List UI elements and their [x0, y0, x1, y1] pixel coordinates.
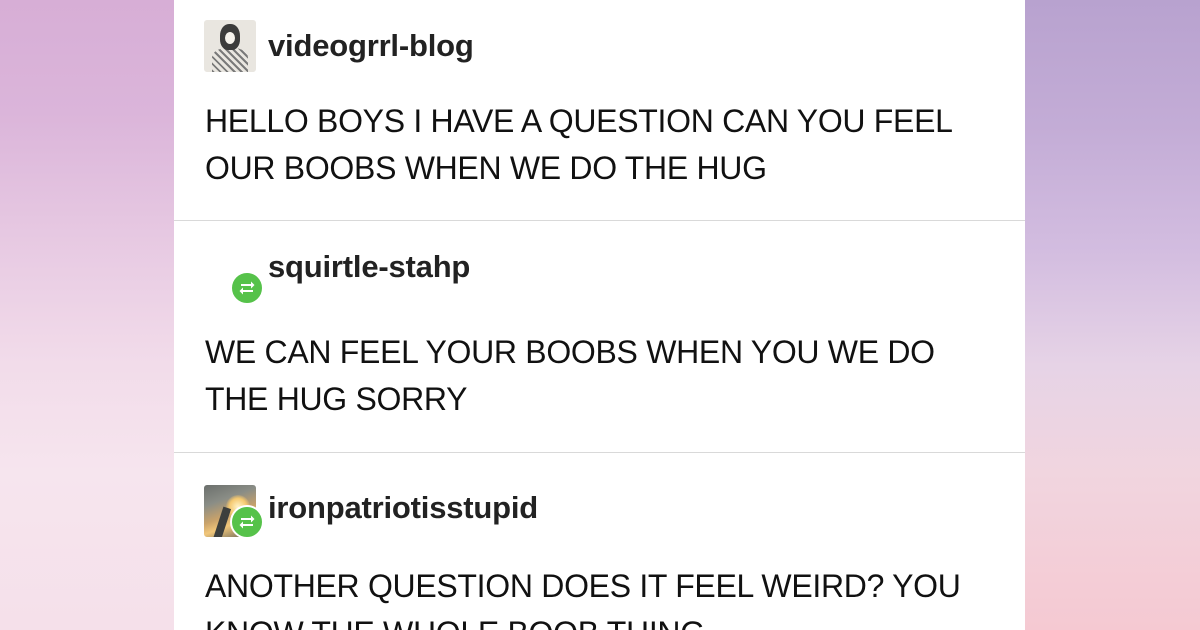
post-entry: ironpatriotisstupid ANOTHER QUESTION DOE… — [174, 453, 1025, 630]
username-link[interactable]: ironpatriotisstupid — [268, 490, 538, 526]
post-text: ANOTHER QUESTION DOES IT FEEL WEIRD? YOU… — [205, 568, 961, 630]
username-link[interactable]: squirtle-stahp — [268, 249, 470, 285]
post-entry: videogrrl-blog HELLO BOYS I HAVE A QUEST… — [174, 0, 1025, 221]
avatar[interactable] — [204, 20, 256, 72]
background-right — [1024, 0, 1200, 630]
post-text: WE CAN FEEL YOUR BOOBS WHEN YOU WE DO TH… — [205, 334, 935, 417]
post-header: squirtle-stahp — [204, 249, 470, 305]
post-text: HELLO BOYS I HAVE A QUESTION CAN YOU FEE… — [205, 103, 952, 186]
avatar-road — [212, 506, 232, 537]
post-card: videogrrl-blog HELLO BOYS I HAVE A QUEST… — [174, 0, 1025, 630]
avatar-sketch-face — [225, 32, 235, 44]
background-left — [0, 0, 174, 630]
post-header: videogrrl-blog — [204, 18, 474, 74]
post-entry: squirtle-stahp WE CAN FEEL YOUR BOOBS WH… — [174, 221, 1025, 453]
avatar[interactable] — [204, 251, 264, 305]
username-link[interactable]: videogrrl-blog — [268, 28, 474, 64]
avatar-sketch-body — [212, 48, 248, 72]
post-header: ironpatriotisstupid — [204, 483, 538, 539]
reblog-icon — [230, 271, 264, 305]
reblog-icon — [230, 505, 264, 539]
